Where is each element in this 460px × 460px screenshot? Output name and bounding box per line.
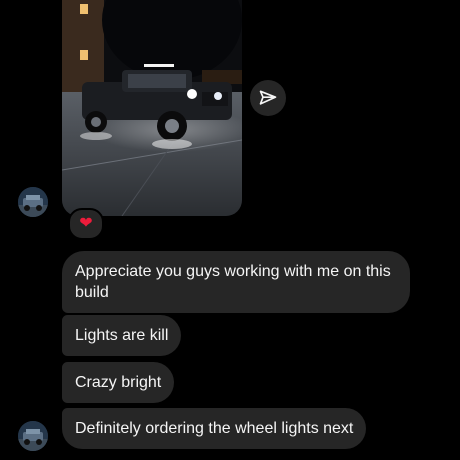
message-text: Crazy bright <box>75 374 162 391</box>
truck-avatar-icon <box>18 187 48 217</box>
message-bubble[interactable]: Crazy bright <box>62 362 175 403</box>
message-bubble[interactable]: Lights are kill <box>62 315 182 356</box>
message-text: Appreciate you guys working with me on t… <box>75 263 391 301</box>
truck-avatar-icon <box>18 421 48 451</box>
message-bubble[interactable]: Definitely ordering the wheel lights nex… <box>62 408 367 449</box>
heart-reaction[interactable]: ❤ <box>68 208 104 240</box>
sender-avatar[interactable] <box>18 187 48 217</box>
message-text: Lights are kill <box>75 327 169 344</box>
message-text: Definitely ordering the wheel lights nex… <box>75 420 354 437</box>
message-bubble[interactable]: Appreciate you guys working with me on t… <box>62 251 410 313</box>
paper-plane-icon <box>259 90 277 105</box>
sender-avatar[interactable] <box>18 421 48 451</box>
heart-icon: ❤ <box>79 215 93 232</box>
share-button[interactable] <box>250 80 286 116</box>
shared-photo[interactable] <box>62 0 242 216</box>
